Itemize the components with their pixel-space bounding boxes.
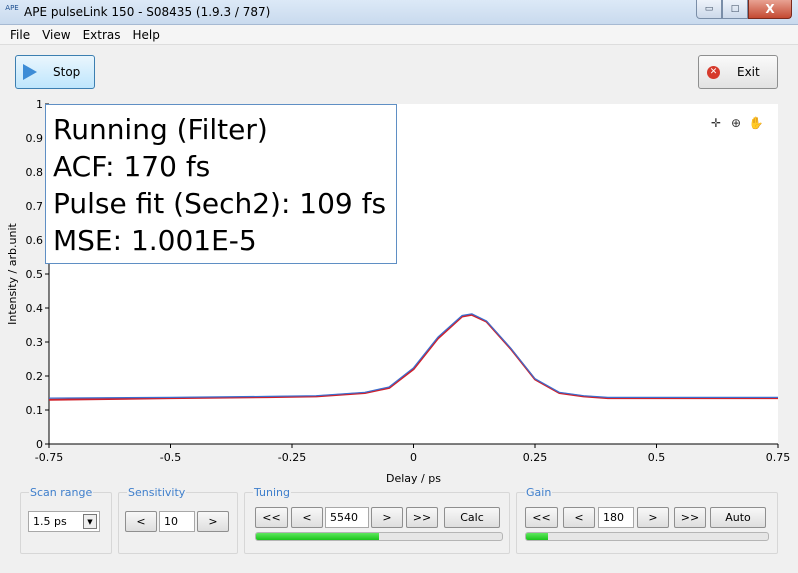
exit-button-label: Exit <box>737 65 760 79</box>
minimize-button[interactable]: ▭ <box>696 0 722 19</box>
calc-button[interactable]: Calc <box>444 507 500 528</box>
gain-group: Gain << < 180 > >> Auto <box>516 486 778 554</box>
title-bar: APE APE pulseLink 150 - S08435 (1.9.3 / … <box>0 0 798 25</box>
y-tick-label: 0.7 <box>26 200 44 213</box>
scan-range-value: 1.5 ps <box>33 515 67 528</box>
menu-bar: File View Extras Help <box>0 25 798 45</box>
stop-button-label: Stop <box>53 65 81 79</box>
sensitivity-input[interactable]: 10 <box>159 511 195 532</box>
sensitivity-increase-button[interactable]: > <box>197 511 229 532</box>
y-tick-label: 0 <box>36 438 43 451</box>
y-tick-label: 1 <box>36 98 43 111</box>
gain-input[interactable]: 180 <box>598 507 634 528</box>
gain-fast-decrease-button[interactable]: << <box>525 507 558 528</box>
window-title: APE pulseLink 150 - S08435 (1.9.3 / 787) <box>24 5 271 19</box>
status-state: Running (Filter) <box>53 113 268 146</box>
status-acf: ACF: 170 fs <box>53 150 211 183</box>
tuning-progress-fill <box>256 533 379 540</box>
status-mse: MSE: 1.001E-5 <box>53 224 257 257</box>
menu-file[interactable]: File <box>4 28 36 42</box>
menu-help[interactable]: Help <box>127 28 166 42</box>
gain-fast-increase-button[interactable]: >> <box>674 507 706 528</box>
plot-tools: ✛ ⊕ ✋ <box>707 115 765 130</box>
y-tick-label: 0.8 <box>26 166 44 179</box>
x-tick-label: 0.5 <box>648 451 666 464</box>
y-tick-label: 0.4 <box>26 302 44 315</box>
gain-decrease-button[interactable]: < <box>563 507 595 528</box>
y-axis-label: Intensity / arb.unit <box>6 223 19 325</box>
y-tick-label: 0.6 <box>26 234 44 247</box>
crosshair-icon[interactable]: ✛ <box>707 115 725 130</box>
tuning-fast-increase-button[interactable]: >> <box>406 507 438 528</box>
exit-button[interactable]: ✕ Exit <box>698 55 778 89</box>
app-logo-icon: APE <box>5 4 19 12</box>
zoom-icon[interactable]: ⊕ <box>727 115 745 130</box>
tuning-fast-decrease-button[interactable]: << <box>255 507 288 528</box>
sensitivity-group: Sensitivity < 10 > <box>118 486 238 554</box>
gain-progress <box>525 532 769 541</box>
x-tick-label: -0.75 <box>35 451 63 464</box>
x-tick-label: 0.75 <box>766 451 791 464</box>
menu-extras[interactable]: Extras <box>77 28 127 42</box>
close-button[interactable]: X <box>748 0 792 19</box>
tuning-decrease-button[interactable]: < <box>291 507 323 528</box>
y-tick-label: 0.3 <box>26 336 44 349</box>
gain-progress-fill <box>526 533 548 540</box>
window-controls: ▭ □ X <box>696 0 792 20</box>
exit-icon: ✕ <box>707 65 720 79</box>
scan-range-select[interactable]: 1.5 ps ▼ <box>28 511 100 532</box>
status-overlay: Running (Filter) ACF: 170 fs Pulse fit (… <box>45 104 397 264</box>
gain-increase-button[interactable]: > <box>637 507 669 528</box>
y-tick-label: 0.2 <box>26 370 44 383</box>
x-tick-label: 0 <box>410 451 417 464</box>
scan-range-title: Scan range <box>29 486 94 499</box>
y-tick-label: 0.1 <box>26 404 44 417</box>
menu-view[interactable]: View <box>36 28 76 42</box>
status-pulse-fit: Pulse fit (Sech2): 109 fs <box>53 187 387 220</box>
tuning-group: Tuning << < 5540 > >> Calc <box>244 486 510 554</box>
tuning-title: Tuning <box>253 486 292 499</box>
gain-title: Gain <box>525 486 553 499</box>
sensitivity-decrease-button[interactable]: < <box>125 511 157 532</box>
y-tick-label: 0.5 <box>26 268 44 281</box>
x-axis-label: Delay / ps <box>386 472 441 485</box>
x-tick-label: -0.25 <box>278 451 306 464</box>
sensitivity-title: Sensitivity <box>127 486 187 499</box>
tuning-input[interactable]: 5540 <box>325 507 369 528</box>
stop-button[interactable]: Stop <box>15 55 95 89</box>
x-tick-label: -0.5 <box>160 451 181 464</box>
maximize-button[interactable]: □ <box>722 0 748 19</box>
y-tick-label: 0.9 <box>26 132 44 145</box>
pan-hand-icon[interactable]: ✋ <box>747 115 765 130</box>
scan-range-group: Scan range 1.5 ps ▼ <box>20 486 112 554</box>
chevron-down-icon[interactable]: ▼ <box>83 514 97 529</box>
tuning-progress <box>255 532 503 541</box>
play-icon <box>23 64 37 80</box>
auto-button[interactable]: Auto <box>710 507 766 528</box>
tuning-increase-button[interactable]: > <box>371 507 403 528</box>
x-tick-label: 0.25 <box>523 451 548 464</box>
